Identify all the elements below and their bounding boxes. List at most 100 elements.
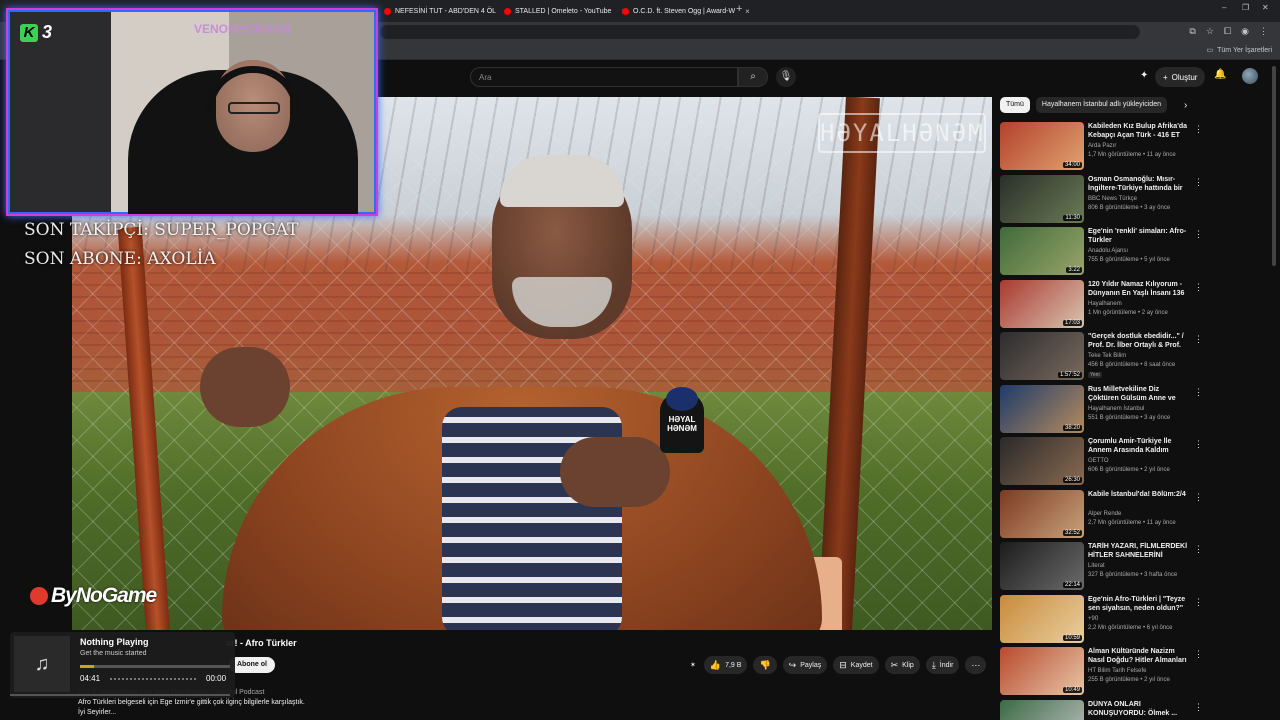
video-thumbnail[interactable]: 26:30: [1000, 437, 1084, 485]
browser-tab[interactable]: STALLED | Omeleto - YouTube ×: [498, 2, 632, 20]
customize-icon[interactable]: ✦: [1140, 70, 1148, 81]
recommendation-title[interactable]: Ege'nin Afro-Türkleri | "Teyze sen siyah…: [1088, 595, 1188, 613]
more-options-icon[interactable]: ⋮: [1194, 439, 1203, 450]
recommendation-item[interactable]: 26:30 Çorumlu Amir-Türkiye İle Annem Aras…: [1000, 437, 1192, 487]
recommendation-channel[interactable]: Literat: [1088, 563, 1105, 569]
dislike-button[interactable]: 👎: [753, 656, 777, 674]
more-options-icon[interactable]: ⋮: [1194, 492, 1203, 503]
more-options-icon[interactable]: ⋮: [1194, 702, 1203, 713]
more-options-icon[interactable]: ⋮: [1194, 334, 1203, 345]
recommendation-channel[interactable]: Anadolu Ajansı: [1088, 248, 1128, 254]
create-button[interactable]: + Oluştur: [1155, 67, 1206, 87]
recommendation-title[interactable]: Rus Milletvekiline Diz Çöktüren Gülsüm A…: [1088, 385, 1188, 403]
recommendation-item[interactable]: 38:20 Rus Milletvekiline Diz Çöktüren Gül…: [1000, 384, 1192, 435]
address-bar[interactable]: [380, 25, 1140, 39]
recommendation-item[interactable]: 34:00 Kabileden Kız Bulup Afrika'da Kebap…: [1000, 122, 1192, 172]
sparkle-icon[interactable]: ✶: [688, 656, 698, 674]
more-options-icon[interactable]: ⋮: [1194, 544, 1203, 555]
extensions-icon[interactable]: ⧠: [1224, 26, 1231, 37]
recommendation-item[interactable]: 22:14 TARİH YAZARI, FİLMLERDEKİ HİTLER SA…: [1000, 542, 1192, 592]
recommendation-item[interactable]: 1:57:52 "Gerçek dostluk ebedidir..." / Pr…: [1000, 332, 1192, 382]
recommendation-channel[interactable]: BBC News Türkçe: [1088, 196, 1137, 202]
window-close-icon[interactable]: ✕: [1262, 3, 1269, 12]
recommendation-item[interactable]: 32:52 Kabile İstanbul'da! Bölüm:2/4 Alper …: [1000, 489, 1192, 540]
video-duration: 32:52: [1062, 529, 1082, 536]
more-options-icon[interactable]: ⋮: [1194, 649, 1203, 660]
video-thumbnail[interactable]: 34:00: [1000, 122, 1084, 170]
recommendation-title[interactable]: 120 Yıldır Namaz Kılıyorum - Dünyanın En…: [1088, 280, 1188, 298]
search-input[interactable]: Ara: [470, 67, 738, 87]
like-button[interactable]: 👍 7,9 B: [703, 656, 748, 674]
menu-icon[interactable]: ⋮: [1259, 26, 1268, 37]
recommendation-title[interactable]: Ege'nin 'renkli' simaları: Afro-Türkler: [1088, 227, 1188, 245]
more-options-icon[interactable]: ⋮: [1194, 282, 1203, 293]
recommendation-item[interactable]: DÜNYA ONLARI KONUŞUYORDU: Ölmek ...: [1000, 699, 1192, 720]
download-button[interactable]: ⤓ İndir: [925, 656, 960, 674]
recommendation-title[interactable]: "Gerçek dostluk ebedidir..." / Prof. Dr.…: [1088, 332, 1188, 350]
recommendation-item[interactable]: 10:49 Alman Kültüründe Nazizm Nasıl Doğdu…: [1000, 647, 1192, 697]
recommendation-title[interactable]: Kabile İstanbul'da! Bölüm:2/4: [1088, 490, 1188, 499]
recommendation-item[interactable]: 10:59 Ege'nin Afro-Türkleri | "Teyze sen …: [1000, 594, 1192, 645]
recommendation-channel[interactable]: Hayalhanem: [1088, 301, 1122, 307]
account-avatar[interactable]: [1242, 68, 1258, 84]
video-thumbnail[interactable]: 22:14: [1000, 542, 1084, 590]
video-thumbnail[interactable]: 3:22: [1000, 227, 1084, 275]
more-options-icon[interactable]: ⋮: [1194, 177, 1203, 188]
minimize-icon[interactable]: –: [1222, 3, 1226, 12]
recommendation-title[interactable]: Osman Osmanoğlu: Mısır-İngiltere-Türkiye…: [1088, 175, 1188, 193]
video-duration: 34:00: [1062, 162, 1082, 168]
clip-button[interactable]: ✂ Klip: [884, 656, 920, 674]
recommendation-channel[interactable]: +90: [1088, 616, 1098, 622]
subscribe-button[interactable]: Abone ol: [229, 657, 275, 673]
recommendation-channel[interactable]: Teke Tek Bilim: [1088, 353, 1126, 359]
recommendation-title[interactable]: Alman Kültüründe Nazizm Nasıl Doğdu? Hit…: [1088, 647, 1188, 665]
recommendation-channel[interactable]: Hayalhanem İstanbul: [1088, 406, 1144, 412]
share-button[interactable]: ↪ Paylaş: [782, 656, 828, 674]
browser-tab[interactable]: O.C.D. ft. Steven Ogg | Award-W ×: [616, 2, 756, 20]
recommendation-title[interactable]: DÜNYA ONLARI KONUŞUYORDU: Ölmek ...: [1088, 700, 1188, 718]
recommendation-item[interactable]: 3:22 Ege'nin 'renkli' simaları: Afro-Türk…: [1000, 227, 1192, 277]
video-thumbnail[interactable]: 10:49: [1000, 647, 1084, 695]
profile-icon[interactable]: ◉: [1241, 26, 1249, 37]
search-icon[interactable]: ⌕: [738, 67, 768, 87]
recommendation-item[interactable]: 17:03 120 Yıldır Namaz Kılıyorum - Dünyan…: [1000, 279, 1192, 330]
restore-icon[interactable]: ❐: [1242, 3, 1249, 12]
chevron-right-icon[interactable]: ›: [1184, 100, 1187, 111]
video-thumbnail[interactable]: 10:59: [1000, 594, 1084, 643]
video-thumbnail[interactable]: 11:30: [1000, 174, 1084, 223]
more-options-icon[interactable]: ⋮: [1194, 597, 1203, 608]
browser-tab[interactable]: NEFESİNİ TUT - ABD'DEN 4 ÖL ×: [378, 2, 517, 20]
video-thumbnail[interactable]: [1000, 699, 1084, 720]
video-duration: 3:22: [1066, 267, 1082, 273]
microphone-icon[interactable]: 🎙: [776, 67, 796, 87]
page-scrollbar[interactable]: [1272, 66, 1276, 266]
new-tab-button[interactable]: +: [736, 3, 742, 15]
chip-all[interactable]: Tümü: [1000, 97, 1030, 113]
more-options-icon[interactable]: ⋮: [1194, 124, 1203, 135]
video-thumbnail[interactable]: 38:20: [1000, 384, 1084, 433]
recommendation-channel[interactable]: Alper Rende: [1088, 511, 1121, 517]
chip-uploader[interactable]: Hayalhanem İstanbul adlı yükleyiciden: [1035, 97, 1167, 113]
bookmark-star-icon[interactable]: ☆: [1206, 26, 1214, 37]
youtube-favicon-icon: [504, 7, 511, 15]
notifications-bell-icon[interactable]: 🔔: [1214, 69, 1226, 80]
all-bookmarks-button[interactable]: ▭ Tüm Yer İşaretleri: [1207, 46, 1272, 55]
cast-icon[interactable]: ⧉: [1189, 26, 1195, 37]
recommendation-title[interactable]: Kabileden Kız Bulup Afrika'da Kebapçı Aç…: [1088, 122, 1188, 140]
recommendation-title[interactable]: TARİH YAZARI, FİLMLERDEKİ HİTLER SAHNELE…: [1088, 542, 1188, 560]
video-person-hand: [200, 347, 290, 427]
tab-close-icon[interactable]: ×: [745, 7, 750, 16]
video-duration: 38:20: [1062, 424, 1082, 431]
recommendation-channel[interactable]: HT Bilim Tarih Felsefe: [1088, 668, 1146, 674]
recommendation-item[interactable]: 11:30 Osman Osmanoğlu: Mısır-İngiltere-Tü…: [1000, 174, 1192, 225]
video-thumbnail[interactable]: 32:52: [1000, 489, 1084, 538]
video-thumbnail[interactable]: 1:57:52: [1000, 332, 1084, 380]
save-button[interactable]: ⊟ Kaydet: [833, 656, 879, 674]
recommendation-channel[interactable]: Arda Pazır: [1088, 143, 1116, 149]
more-options-icon[interactable]: ⋮: [1194, 387, 1203, 398]
more-actions-button[interactable]: ⋯: [965, 656, 987, 674]
recommendation-title[interactable]: Çorumlu Amir-Türkiye İle Annem Arasında …: [1088, 437, 1188, 455]
recommendation-channel[interactable]: GETTO: [1088, 458, 1109, 464]
more-options-icon[interactable]: ⋮: [1194, 229, 1203, 240]
video-thumbnail[interactable]: 17:03: [1000, 279, 1084, 328]
